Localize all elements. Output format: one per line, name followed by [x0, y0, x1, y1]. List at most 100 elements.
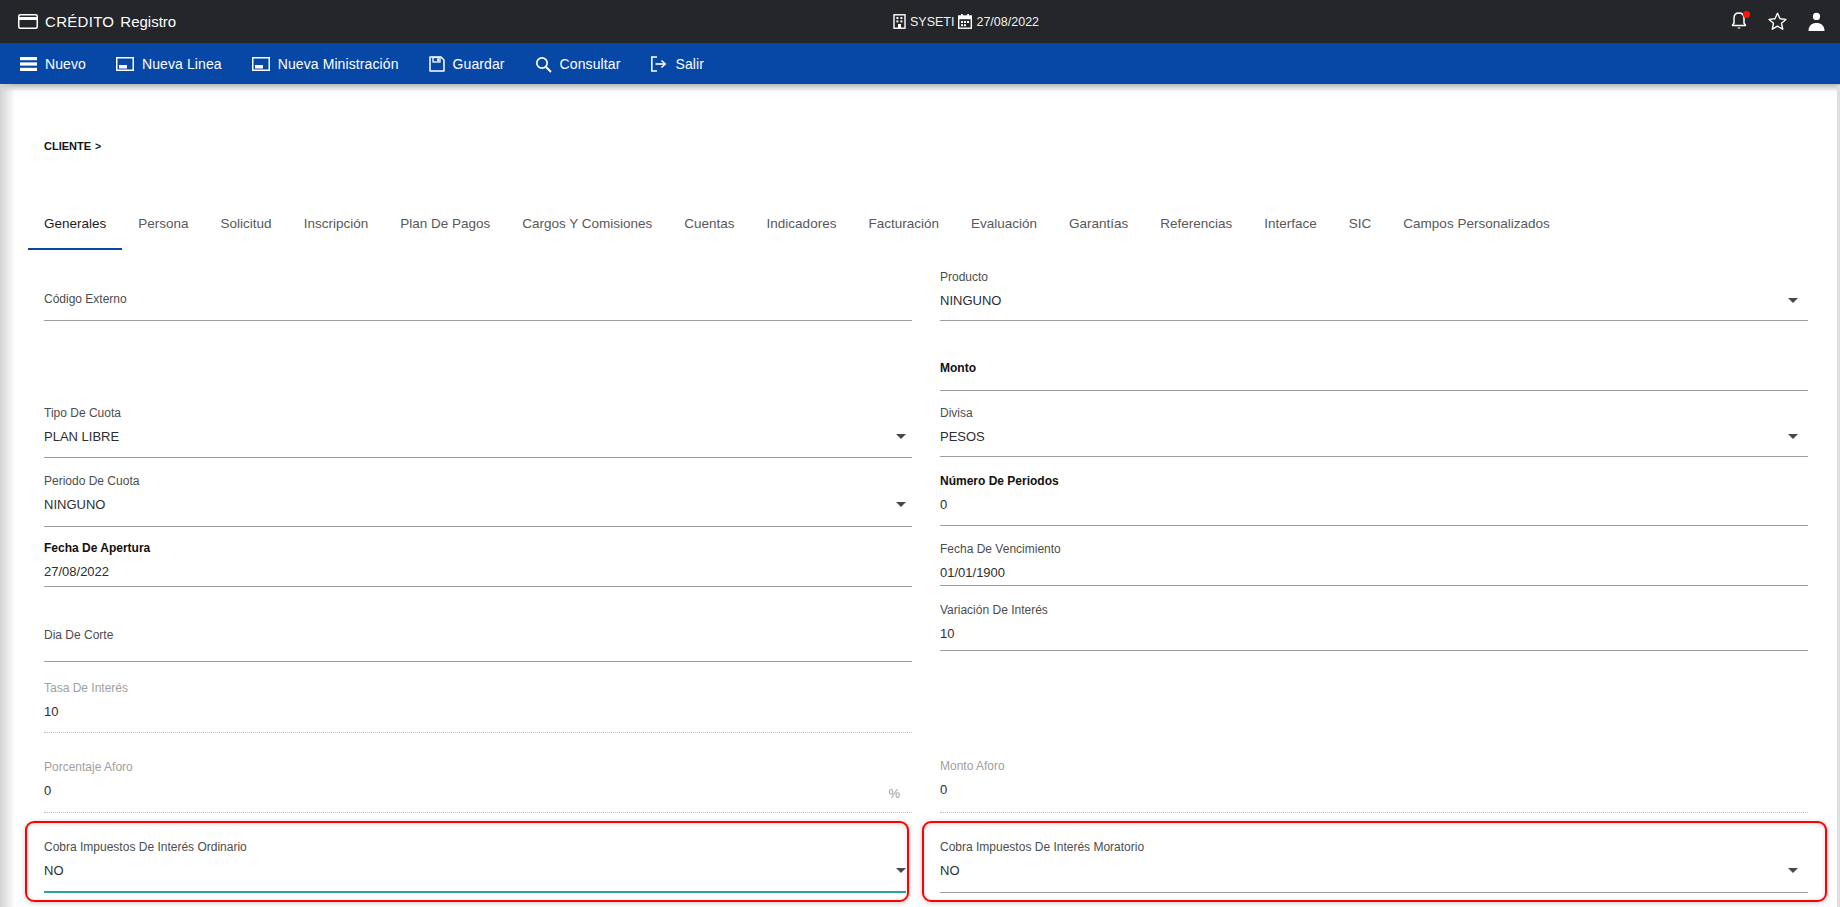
field-underline: [940, 390, 1808, 391]
tab-evaluacion[interactable]: Evaluación: [955, 201, 1053, 250]
toolbar-label: Guardar: [453, 56, 505, 72]
app-brand: CRÉDITO Registro: [18, 0, 176, 43]
toolbar-nuevo-button[interactable]: Nuevo: [20, 56, 86, 72]
tab-referencias[interactable]: Referencias: [1144, 201, 1248, 250]
page-title: Registro: [120, 13, 176, 30]
percent-suffix: %: [888, 786, 900, 801]
field-label: Monto: [940, 361, 976, 375]
toolbar-nueva-ministracion-button[interactable]: Nueva Ministración: [252, 56, 399, 72]
tab-interface[interactable]: Interface: [1248, 201, 1333, 250]
tab-generales[interactable]: Generales: [28, 201, 122, 250]
field-underline: [44, 526, 912, 527]
toolbar-salir-button[interactable]: Salir: [650, 56, 704, 72]
exit-icon: [650, 56, 667, 72]
tab-solicitud[interactable]: Solicitud: [205, 201, 288, 250]
tab-indicadores[interactable]: Indicadores: [751, 201, 853, 250]
field-porcentaje-aforo[interactable]: Porcentaje Aforo 0 %: [44, 760, 912, 815]
session-date: 27/08/2022: [976, 15, 1039, 29]
field-underline: [940, 585, 1808, 586]
tab-sic[interactable]: SIC: [1333, 201, 1388, 250]
field-monto-aforo[interactable]: Monto Aforo 0: [940, 759, 1808, 814]
field-value: 0: [940, 497, 947, 512]
field-tasa-de-interes[interactable]: Tasa De Interés 10: [44, 681, 912, 736]
new-ministration-icon: [252, 57, 270, 71]
tab-cuentas[interactable]: Cuentas: [668, 201, 750, 250]
field-producto[interactable]: Producto NINGUNO: [940, 270, 1808, 325]
tab-campos-personalizados[interactable]: Campos Personalizados: [1387, 201, 1565, 250]
field-label: Periodo De Cuota: [44, 474, 139, 488]
tab-inscripcion[interactable]: Inscripción: [288, 201, 385, 250]
session-info: SYSETI 27/08/2022: [893, 0, 1039, 43]
field-underline: [940, 525, 1808, 526]
field-label: Tasa De Interés: [44, 681, 128, 695]
tab-persona[interactable]: Persona: [122, 201, 204, 250]
field-label: Variación De Interés: [940, 603, 1048, 617]
toolbar-guardar-button[interactable]: Guardar: [429, 56, 505, 72]
field-underline: [44, 812, 912, 813]
field-underline: [44, 732, 912, 733]
credit-card-icon: [18, 14, 38, 29]
field-label: Monto Aforo: [940, 759, 1005, 773]
tab-plan-de-pagos[interactable]: Plan De Pagos: [384, 201, 506, 250]
company-name: SYSETI: [910, 15, 954, 29]
dropdown-arrow-icon[interactable]: [896, 434, 906, 439]
field-label: Número De Periodos: [940, 474, 1059, 488]
field-divisa[interactable]: Divisa PESOS: [940, 406, 1808, 461]
dropdown-arrow-icon[interactable]: [1788, 434, 1798, 439]
field-tipo-de-cuota[interactable]: Tipo De Cuota PLAN LIBRE: [44, 406, 912, 461]
field-underline: [940, 812, 1808, 813]
toolbar-nueva-linea-button[interactable]: Nueva Linea: [116, 56, 222, 72]
tab-facturacion[interactable]: Facturación: [852, 201, 955, 250]
tab-bar: Generales Persona Solicitud Inscripción …: [28, 201, 1566, 250]
toolbar-label: Salir: [675, 56, 704, 72]
app-title: CRÉDITO: [45, 13, 114, 30]
new-icon: [20, 57, 37, 71]
tab-garantias[interactable]: Garantías: [1053, 201, 1144, 250]
star-icon: [1767, 11, 1788, 32]
field-variacion-de-interes[interactable]: Variación De Interés 10: [940, 603, 1808, 658]
field-dia-de-corte[interactable]: Dia De Corte: [44, 628, 912, 683]
favorites-button[interactable]: [1767, 11, 1788, 32]
user-icon: [1807, 11, 1826, 31]
field-underline: [940, 320, 1808, 321]
field-label: Dia De Corte: [44, 628, 113, 642]
field-label: Fecha De Vencimiento: [940, 542, 1061, 556]
chevron-right-icon: >: [95, 140, 101, 152]
toolbar-consultar-button[interactable]: Consultar: [535, 56, 621, 73]
field-value: PESOS: [940, 429, 985, 444]
field-label: Divisa: [940, 406, 973, 420]
field-underline: [44, 661, 912, 662]
company-icon: [893, 14, 906, 29]
field-label: Código Externo: [44, 292, 127, 306]
dropdown-arrow-icon[interactable]: [1788, 298, 1798, 303]
highlight-box-moratorio: [922, 821, 1827, 902]
user-menu-button[interactable]: [1807, 11, 1826, 31]
field-underline: [44, 457, 912, 458]
notification-badge: [1743, 11, 1750, 18]
toolbar-label: Consultar: [560, 56, 621, 72]
field-value: 10: [940, 626, 954, 641]
left-edge-shadow: [0, 84, 15, 907]
field-underline: [940, 650, 1808, 651]
calendar-icon: [958, 14, 972, 29]
field-label: Porcentaje Aforo: [44, 760, 133, 774]
toolbar-label: Nuevo: [45, 56, 86, 72]
field-value: 27/08/2022: [44, 564, 109, 579]
field-underline: [44, 586, 912, 587]
field-fecha-de-apertura[interactable]: Fecha De Apertura 27/08/2022: [44, 541, 912, 596]
breadcrumb[interactable]: CLIENTE >: [44, 140, 101, 152]
dropdown-arrow-icon[interactable]: [896, 502, 906, 507]
field-numero-de-periodos[interactable]: Número De Periodos 0: [940, 474, 1808, 529]
field-codigo-externo[interactable]: Código Externo: [44, 292, 912, 347]
toolbar-label: Nueva Ministración: [278, 56, 399, 72]
field-value: 10: [44, 704, 58, 719]
highlight-box-ordinario: [25, 821, 909, 902]
tab-cargos-y-comisiones[interactable]: Cargos Y Comisiones: [506, 201, 668, 250]
field-value: PLAN LIBRE: [44, 429, 119, 444]
content-panel: CLIENTE > Generales Persona Solicitud In…: [0, 84, 1840, 907]
save-icon: [429, 56, 445, 72]
field-fecha-de-vencimiento[interactable]: Fecha De Vencimiento 01/01/1900: [940, 542, 1808, 597]
notifications-button[interactable]: [1730, 11, 1748, 31]
field-label: Fecha De Apertura: [44, 541, 150, 555]
field-periodo-de-cuota[interactable]: Periodo De Cuota NINGUNO: [44, 474, 912, 529]
